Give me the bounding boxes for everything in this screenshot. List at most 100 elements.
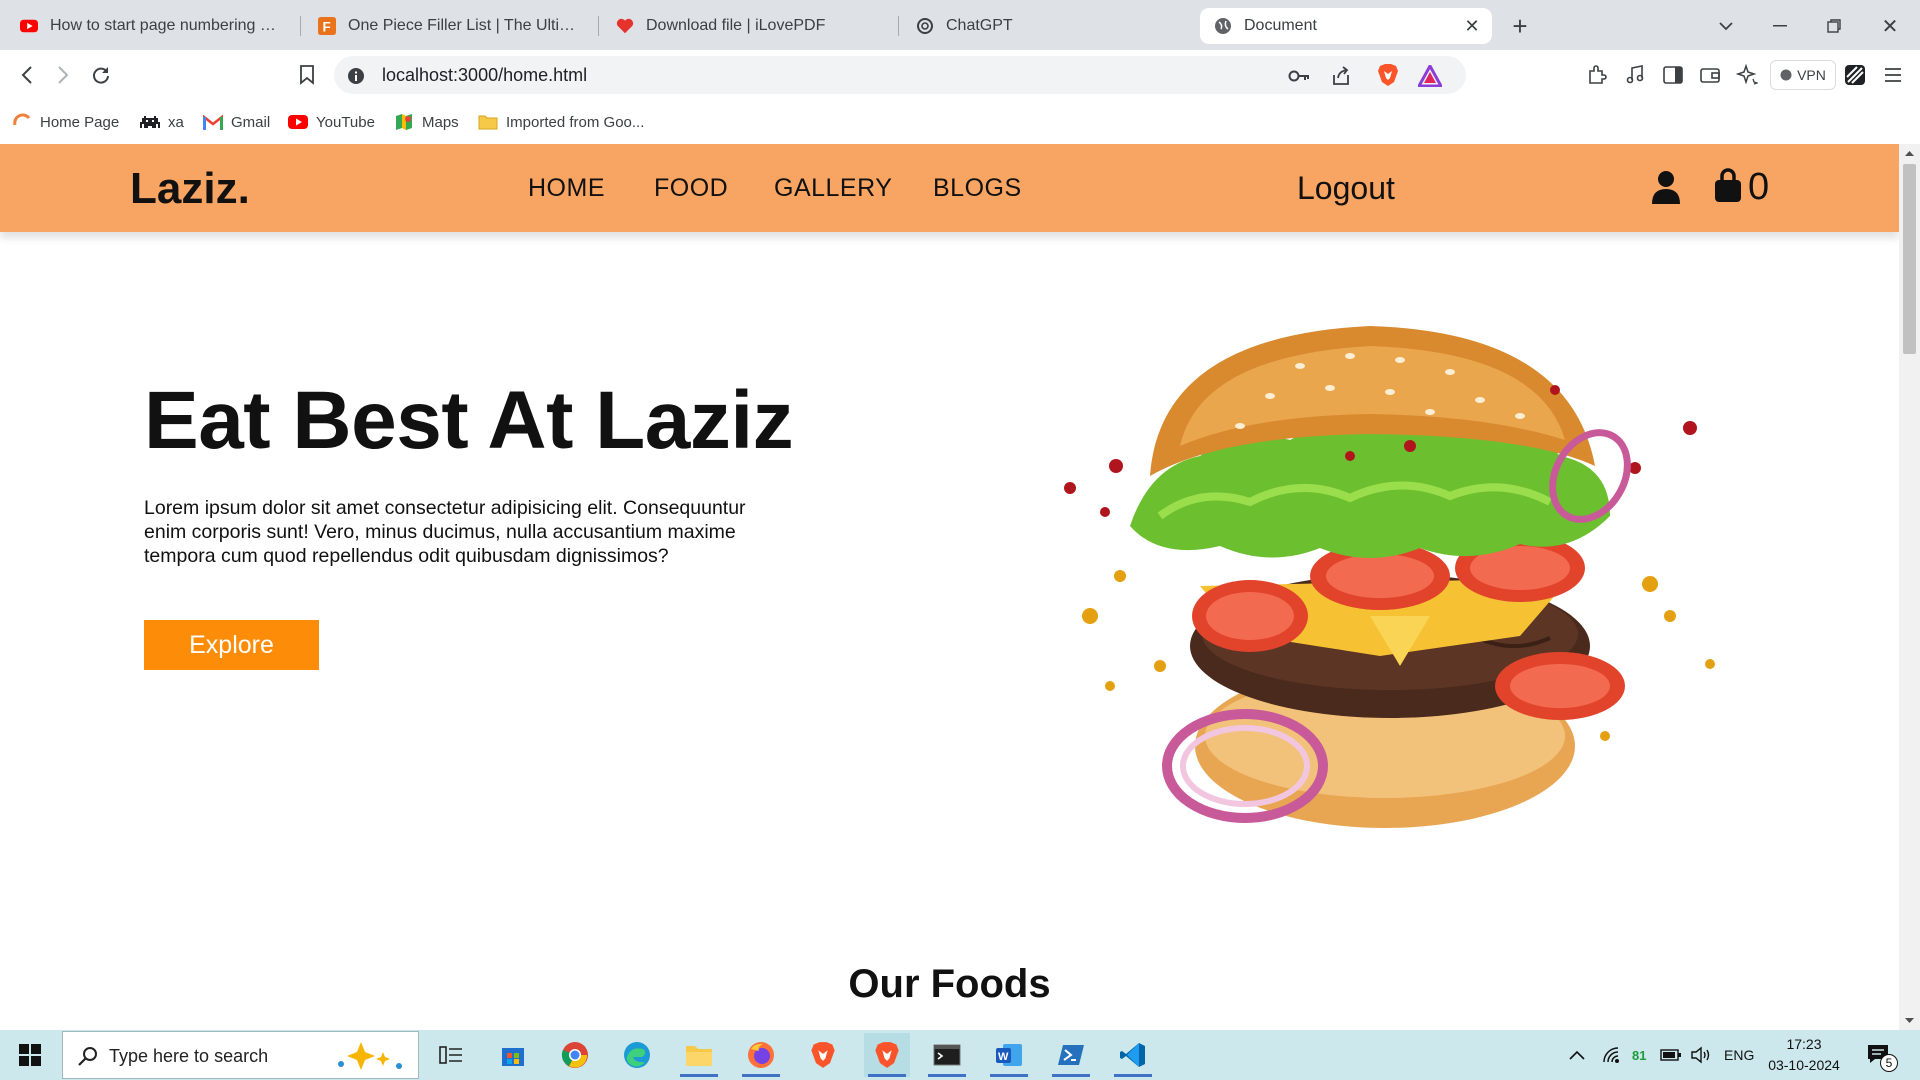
close-window-button[interactable]: ✕ <box>1876 12 1904 40</box>
filler-list-icon: F <box>318 17 336 35</box>
page-scrollbar[interactable] <box>1899 144 1920 1030</box>
maps-icon <box>394 112 414 132</box>
bookmark-gmail[interactable]: Gmail <box>203 110 270 134</box>
bookmark-home-page[interactable]: Home Page <box>12 110 119 134</box>
address-bar[interactable]: localhost:3000/home.html <box>334 56 1466 94</box>
task-view-button[interactable] <box>428 1033 474 1077</box>
gmail-icon <box>203 112 223 132</box>
forward-button[interactable] <box>50 62 76 88</box>
menu-hamburger-icon[interactable] <box>1880 62 1906 88</box>
globe-icon <box>1214 17 1232 35</box>
tab-title: ChatGPT <box>946 17 1013 34</box>
running-indicator <box>868 1074 906 1077</box>
powershell-icon[interactable] <box>1048 1033 1094 1077</box>
terminal-icon[interactable] <box>924 1033 970 1077</box>
taskbar-search-box[interactable]: Type here to search <box>62 1031 419 1079</box>
running-indicator <box>1114 1074 1152 1077</box>
vscode-icon[interactable] <box>1110 1033 1156 1077</box>
media-music-icon[interactable] <box>1622 62 1648 88</box>
scroll-down-icon[interactable] <box>1899 1014 1920 1028</box>
tab-title: How to start page numbering from <box>50 17 280 34</box>
word-icon[interactable]: W <box>986 1033 1032 1077</box>
brave-active-window-icon[interactable] <box>864 1033 910 1077</box>
running-indicator <box>990 1074 1028 1077</box>
nav-link-home[interactable]: HOME <box>528 174 605 203</box>
leo-ai-icon[interactable] <box>1734 62 1760 88</box>
windows-taskbar: Type here to search W 81 ENG 17:23 03-10… <box>0 1030 1920 1080</box>
browser-toolbar: localhost:3000/home.html VPN <box>0 50 1920 100</box>
battery-icon[interactable] <box>1660 1030 1682 1080</box>
clock-date: 03-10-2024 <box>1768 1057 1840 1073</box>
search-highlights-icon[interactable] <box>331 1038 411 1074</box>
language-indicator[interactable]: ENG <box>1724 1030 1754 1080</box>
wifi-icon[interactable] <box>1602 1030 1622 1080</box>
brave-icon[interactable] <box>800 1033 846 1077</box>
brave-stripes-icon[interactable] <box>1842 62 1868 88</box>
chrome-icon[interactable] <box>552 1033 598 1077</box>
tab-document[interactable]: Document ✕ <box>1200 8 1492 44</box>
site-info-icon[interactable] <box>346 66 366 86</box>
cart-count: 0 <box>1748 166 1770 208</box>
notifications-button[interactable]: 5 <box>1866 1030 1898 1080</box>
user-icon[interactable] <box>1650 170 1682 204</box>
bookmark-label: YouTube <box>316 113 375 131</box>
bookmark-label: xa <box>168 113 184 131</box>
battery-percentage: 81 <box>1632 1047 1647 1063</box>
close-tab-icon[interactable]: ✕ <box>1462 16 1482 36</box>
sidebar-toggle-icon[interactable] <box>1660 62 1686 88</box>
url-text[interactable]: localhost:3000/home.html <box>382 65 587 86</box>
reload-button[interactable] <box>88 62 114 88</box>
scrollbar-thumb[interactable] <box>1903 164 1916 354</box>
tab-title: Document <box>1244 17 1317 34</box>
bookmark-label: Gmail <box>231 113 271 131</box>
tab-search-chevron-icon[interactable] <box>1712 12 1740 40</box>
tab-ilovepdf[interactable]: Download file | iLovePDF <box>602 8 892 44</box>
new-tab-button[interactable]: + <box>1506 11 1534 41</box>
volume-icon[interactable] <box>1690 1030 1712 1080</box>
bookmark-maps[interactable]: Maps <box>394 110 459 134</box>
bookmark-xa[interactable]: xa <box>140 110 184 134</box>
tab-youtube[interactable]: How to start page numbering from <box>6 8 294 44</box>
brave-rewards-icon[interactable] <box>1418 64 1442 88</box>
explore-button[interactable]: Explore <box>144 620 319 670</box>
youtube-icon <box>288 112 308 132</box>
password-key-icon[interactable] <box>1288 65 1310 87</box>
show-hidden-icons-button[interactable] <box>1568 1030 1586 1080</box>
firefox-icon[interactable] <box>738 1033 784 1077</box>
bookmark-youtube[interactable]: YouTube <box>288 110 375 134</box>
tab-filler-list[interactable]: F One Piece Filler List | The Ultimate A <box>304 8 590 44</box>
bookmark-label: Imported from Goo... <box>506 113 645 131</box>
site-logo[interactable]: Laziz. <box>130 164 250 214</box>
clock[interactable]: 17:23 03-10-2024 <box>1768 1030 1840 1080</box>
share-icon[interactable] <box>1330 65 1352 87</box>
logout-link[interactable]: Logout <box>1297 170 1395 207</box>
home-page-icon <box>12 112 32 132</box>
scroll-up-icon[interactable] <box>1899 146 1920 160</box>
clock-time: 17:23 <box>1786 1036 1822 1052</box>
svg-text:W: W <box>998 1051 1009 1063</box>
brave-shields-icon[interactable] <box>1376 63 1400 87</box>
bookmarks-bar: Home Page xa Gmail YouTube Maps Imported… <box>0 100 1920 144</box>
hero-description: Lorem ipsum dolor sit amet consectetur a… <box>144 497 746 567</box>
extensions-icon[interactable] <box>1584 62 1610 88</box>
tab-chatgpt[interactable]: ChatGPT <box>902 8 1192 44</box>
section-title-our-foods: Our Foods <box>848 962 1051 1006</box>
shopping-bag-icon[interactable] <box>1713 168 1743 204</box>
microsoft-store-icon[interactable] <box>490 1033 536 1077</box>
vpn-button[interactable]: VPN <box>1770 60 1836 90</box>
minimize-window-button[interactable] <box>1766 12 1794 40</box>
file-explorer-icon[interactable] <box>676 1033 722 1077</box>
bookmark-icon[interactable] <box>294 62 320 88</box>
restore-window-button[interactable] <box>1820 12 1848 40</box>
windows-start-button[interactable] <box>10 1040 50 1070</box>
bookmark-imported-folder[interactable]: Imported from Goo... <box>478 110 644 134</box>
nav-link-gallery[interactable]: GALLERY <box>774 174 892 203</box>
tab-separator <box>300 16 301 36</box>
wallet-icon[interactable] <box>1697 62 1723 88</box>
tab-title: Download file | iLovePDF <box>646 17 826 34</box>
vpn-label: VPN <box>1797 67 1826 83</box>
nav-link-blogs[interactable]: BLOGS <box>933 174 1022 203</box>
nav-link-food[interactable]: FOOD <box>654 174 728 203</box>
back-button[interactable] <box>14 62 40 88</box>
edge-icon[interactable] <box>614 1033 660 1077</box>
